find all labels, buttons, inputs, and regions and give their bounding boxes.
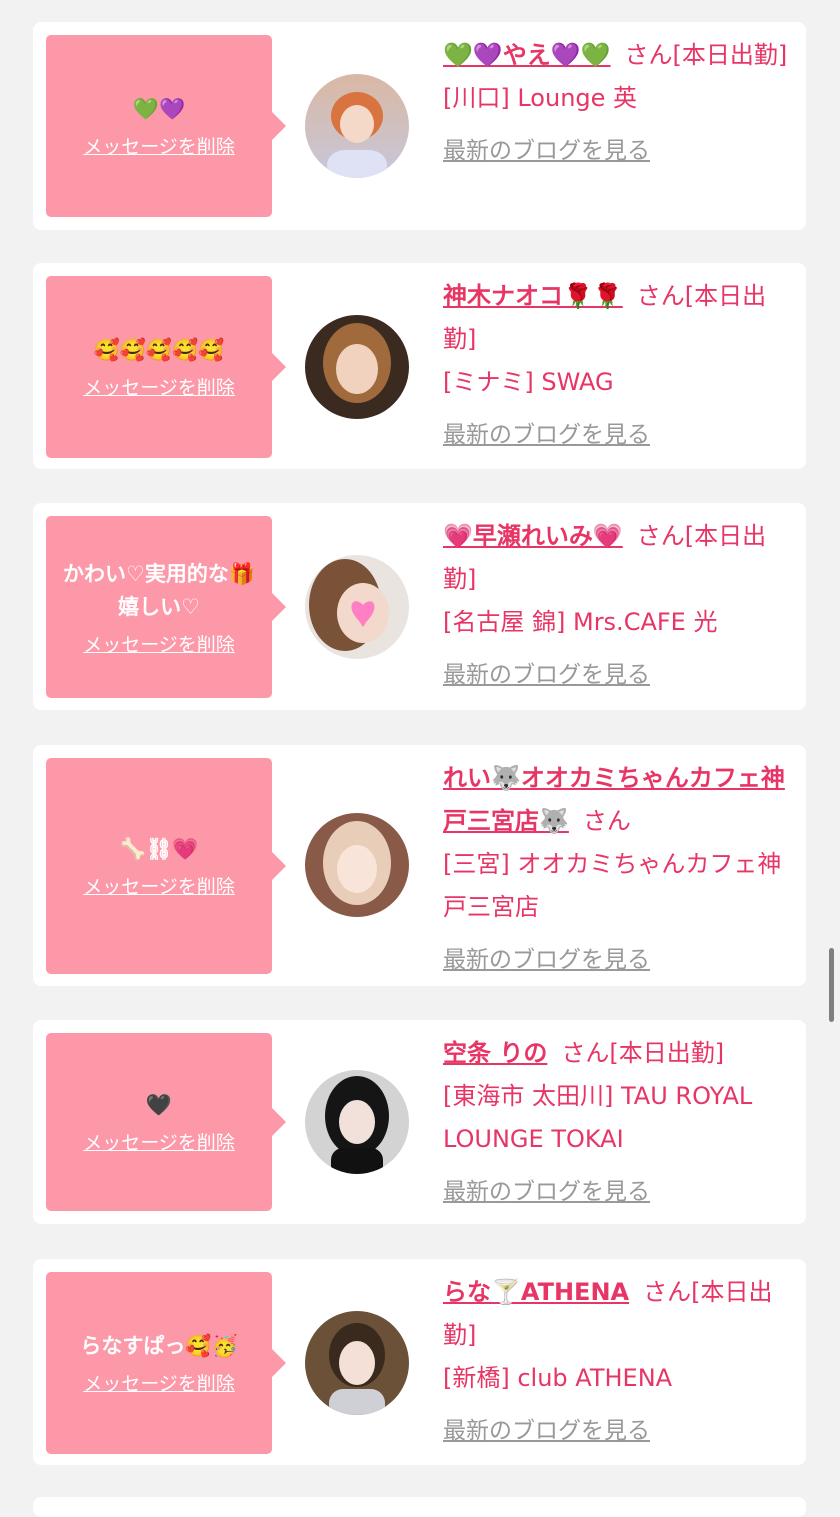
delete-message-link[interactable]: メッセージを削除	[83, 872, 235, 899]
blog-link[interactable]: 最新のブログを見る	[443, 1171, 792, 1214]
honorific: さん	[561, 1039, 610, 1067]
honorific: さん	[582, 807, 631, 835]
delete-message-link[interactable]: メッセージを削除	[83, 1128, 235, 1155]
shop-place: [名古屋 錦] Mrs.CAFE 光	[443, 608, 718, 636]
shop-place: [三宮] オオカミちゃんカフェ神戸三宮店	[443, 850, 782, 921]
message-text: 🖤	[145, 1093, 173, 1117]
message-text: 🥰🥰🥰🥰🥰	[93, 338, 225, 362]
status: [本日出勤]	[609, 1039, 725, 1067]
delete-message-link[interactable]: メッセージを削除	[83, 373, 235, 400]
status: [本日出勤]	[672, 41, 788, 69]
message-bubble: 🦴⛓💗 メッセージを削除	[46, 758, 286, 974]
avatar-image	[305, 555, 409, 659]
avatar-image	[305, 315, 409, 419]
cast-info: 💗早瀬れいみ💗 さん[本日出勤] [名古屋 錦] Mrs.CAFE 光 最新のブロ…	[443, 515, 792, 697]
honorific: さん	[636, 282, 685, 310]
message-bubble: 🖤 メッセージを削除	[46, 1033, 286, 1211]
cast-info: 空条 りの さん[本日出勤] [東海市 太田川] TAU ROYAL LOUNGE…	[443, 1032, 792, 1214]
avatar[interactable]	[305, 813, 409, 917]
avatar[interactable]	[305, 1311, 409, 1415]
honorific: さん	[624, 41, 673, 69]
avatar[interactable]	[305, 1070, 409, 1174]
scrollbar[interactable]	[829, 948, 834, 1022]
avatar-image	[305, 813, 409, 917]
cast-info: れい🐺オオカミちゃんカフェ神戸三宮店🐺 さん [三宮] オオカミちゃんカフェ神戸三…	[443, 757, 792, 982]
message-card: らなすぱっ🥰🥳 メッセージを削除 らな🍸ATHENA さん[本日出勤] [新橋] …	[33, 1259, 806, 1465]
blog-link[interactable]: 最新のブログを見る	[443, 939, 792, 982]
avatar[interactable]	[305, 555, 409, 659]
message-text: 🦴⛓💗	[119, 837, 199, 861]
honorific: さん	[636, 522, 685, 550]
avatar-image	[305, 74, 409, 178]
message-bubble: 💚💜 メッセージを削除	[46, 35, 286, 217]
shop-place: [新橋] club ATHENA	[443, 1364, 673, 1392]
cast-info: 💚💜やえ💜💚 さん[本日出勤] [川口] Lounge 英 最新のブログを見る	[443, 34, 792, 173]
message-text: らなすぱっ🥰🥳	[80, 1334, 238, 1358]
message-card: 🦴⛓💗 メッセージを削除 れい🐺オオカミちゃんカフェ神戸三宮店🐺 さん [三宮] …	[33, 745, 806, 986]
cast-name-link[interactable]: 💚💜やえ💜💚	[443, 41, 611, 69]
cast-info: 神木ナオコ🌹🌹 さん[本日出勤] [ミナミ] SWAG 最新のブログを見る	[443, 275, 792, 457]
message-card: 💚💜 メッセージを削除 💚💜やえ💜💚 さん[本日出勤] [川口] Lounge 英…	[33, 22, 806, 230]
message-card: 🥰🥰🥰🥰🥰 メッセージを削除 神木ナオコ🌹🌹 さん[本日出勤] [ミナミ] SWA…	[33, 263, 806, 469]
cast-name-link[interactable]: 💗早瀬れいみ💗	[443, 522, 623, 550]
avatar[interactable]	[305, 315, 409, 419]
blog-link[interactable]: 最新のブログを見る	[443, 414, 792, 457]
delete-message-link[interactable]: メッセージを削除	[83, 1369, 235, 1396]
message-bubble: かわい♡実用的な🎁嬉しい♡ メッセージを削除	[46, 516, 286, 698]
shop-place: [川口] Lounge 英	[443, 84, 638, 112]
cast-name-link[interactable]: らな🍸ATHENA	[443, 1278, 629, 1306]
cast-name-link[interactable]: 空条 りの	[443, 1039, 547, 1067]
message-card-partial	[33, 1497, 806, 1517]
message-bubble: 🥰🥰🥰🥰🥰 メッセージを削除	[46, 276, 286, 458]
blog-link[interactable]: 最新のブログを見る	[443, 654, 792, 697]
message-text: 💚💜	[132, 97, 186, 121]
blog-link[interactable]: 最新のブログを見る	[443, 130, 792, 173]
message-bubble: らなすぱっ🥰🥳 メッセージを削除	[46, 1272, 286, 1454]
delete-message-link[interactable]: メッセージを削除	[83, 630, 235, 657]
blog-link[interactable]: 最新のブログを見る	[443, 1410, 792, 1453]
honorific: さん	[643, 1278, 692, 1306]
avatar-image	[305, 1070, 409, 1174]
shop-place: [東海市 太田川] TAU ROYAL LOUNGE TOKAI	[443, 1082, 753, 1153]
avatar-image	[305, 1311, 409, 1415]
delete-message-link[interactable]: メッセージを削除	[83, 132, 235, 159]
message-card: かわい♡実用的な🎁嬉しい♡ メッセージを削除 💗早瀬れいみ💗 さん[本日出勤] […	[33, 503, 806, 710]
cast-info: らな🍸ATHENA さん[本日出勤] [新橋] club ATHENA 最新のブロ…	[443, 1271, 792, 1453]
cast-name-link[interactable]: 神木ナオコ🌹🌹	[443, 282, 623, 310]
message-text: かわい♡実用的な🎁嬉しい♡	[63, 561, 255, 619]
avatar[interactable]	[305, 74, 409, 178]
message-card: 🖤 メッセージを削除 空条 りの さん[本日出勤] [東海市 太田川] TAU R…	[33, 1020, 806, 1224]
shop-place: [ミナミ] SWAG	[443, 368, 614, 396]
